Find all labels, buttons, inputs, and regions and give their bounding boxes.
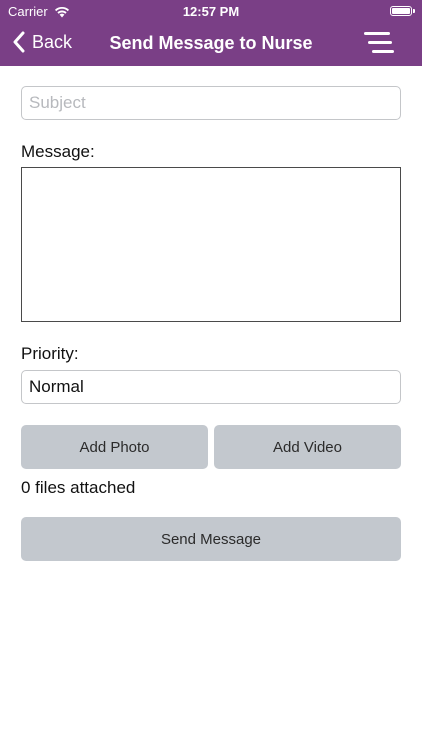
attachments-count: 0 files attached	[21, 478, 136, 497]
subject-input[interactable]: Subject	[21, 86, 401, 120]
send-message-label: Send Message	[160, 530, 262, 548]
add-photo-button[interactable]: Add Photo	[21, 425, 208, 469]
send-message-button[interactable]: Send Message	[21, 517, 401, 561]
priority-label: Priority:	[21, 344, 79, 363]
nav-row: Back Send Message to Nurse	[0, 22, 422, 66]
add-video-button[interactable]: Add Video	[214, 425, 401, 469]
message-textarea[interactable]	[21, 167, 401, 322]
status-time: 12:57 PM	[182, 4, 240, 19]
battery-icon	[390, 6, 415, 16]
subject-placeholder: Subject	[29, 93, 86, 112]
add-photo-label: Add Photo	[79, 438, 150, 456]
status-bar: Carrier 12:57 PM	[0, 0, 422, 22]
add-video-label: Add Video	[273, 438, 342, 456]
priority-value: Normal	[29, 377, 84, 396]
menu-icon[interactable]	[364, 30, 394, 56]
navigation-header: Carrier 12:57 PM Back Send Message to Nu…	[0, 0, 422, 66]
page-title: Send Message to Nurse	[109, 33, 313, 53]
message-label: Message:	[21, 142, 95, 161]
priority-select[interactable]: Normal	[21, 370, 401, 404]
